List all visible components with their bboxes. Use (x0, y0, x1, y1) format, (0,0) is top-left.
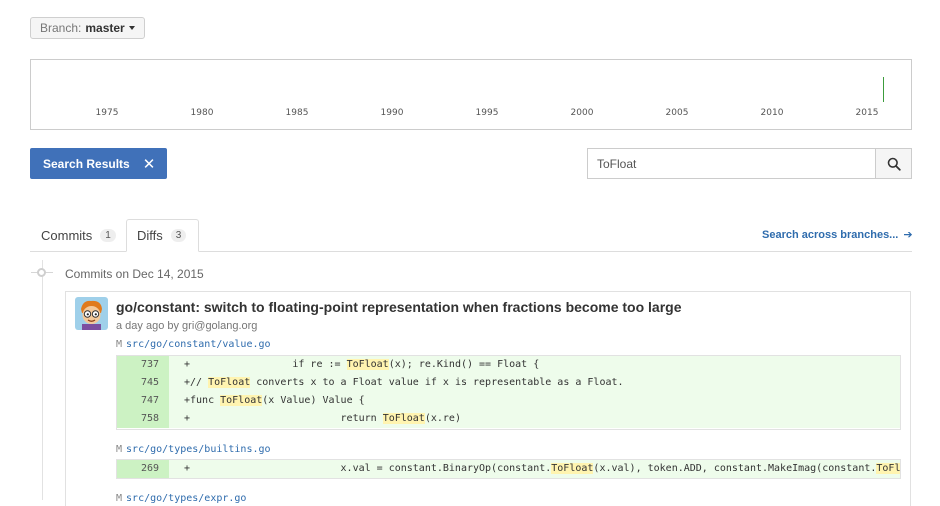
file-path: src/go/constant/value.go (126, 339, 271, 350)
commit-group-date: Commits on Dec 14, 2015 (65, 267, 204, 281)
search-results-label: Search Results (43, 156, 130, 171)
branch-label: Branch: (40, 21, 82, 35)
timeline-commit-marker[interactable] (883, 77, 884, 102)
tab-label: Diffs (137, 228, 163, 243)
line-number[interactable]: 269 (117, 460, 169, 478)
code-line: + if re := ToFloat(x); re.Kind() == Floa… (169, 356, 900, 374)
avatar[interactable] (75, 297, 108, 330)
code-line: +// ToFloat converts x to a Float value … (169, 374, 900, 392)
commit-timeline[interactable]: 1975 1980 1985 1990 1995 2000 2005 2010 … (30, 59, 912, 130)
commit-meta: a day ago by gri@golang.org (116, 320, 258, 332)
author-avatar-image (75, 297, 108, 330)
search-input[interactable] (587, 148, 876, 179)
tab-count-badge: 3 (170, 229, 187, 242)
file-status: M (116, 339, 123, 350)
code-line: +func ToFloat(x Value) Value { (169, 392, 900, 410)
diff-hunk: 737 + if re := ToFloat(x); re.Kind() == … (116, 355, 901, 430)
search-match: ToFloat (220, 395, 263, 406)
search-button[interactable] (875, 148, 912, 179)
diff-file-link[interactable]: Msrc/go/constant/value.go (116, 339, 271, 350)
diff-file-link[interactable]: Msrc/go/types/builtins.go (116, 444, 271, 455)
timeline-year: 2010 (760, 108, 784, 118)
caret-down-icon (128, 26, 135, 30)
timeline-year: 1975 (95, 108, 119, 118)
search-match: ToFloat (551, 463, 594, 474)
search-across-label: Search across branches... (762, 228, 899, 241)
tab-count-badge: 1 (100, 229, 116, 242)
timeline-year: 1995 (475, 108, 499, 118)
file-path: src/go/types/expr.go (126, 493, 247, 504)
commit-title-link[interactable]: go/constant: switch to floating-point re… (116, 299, 681, 315)
diff-hunk: 269 + x.val = constant.BinaryOp(constant… (116, 459, 901, 479)
search-results-badge: Search Results ✕ (30, 148, 167, 179)
timeline-year: 2005 (665, 108, 689, 118)
diff-line: 747 +func ToFloat(x Value) Value { (117, 392, 900, 410)
code-line: + return ToFloat(x.re) (169, 410, 900, 428)
line-number[interactable]: 758 (117, 410, 169, 428)
diff-line: 758 + return ToFloat(x.re) (117, 410, 900, 428)
timeline-year: 1980 (190, 108, 214, 118)
line-number[interactable]: 745 (117, 374, 169, 392)
arrow-right-icon: ➔ (903, 229, 913, 241)
diff-line: 737 + if re := ToFloat(x); re.Kind() == … (117, 356, 900, 374)
tab-commits[interactable]: Commits 1 (30, 219, 126, 252)
timeline-year: 2015 (855, 108, 879, 118)
diff-file-link[interactable]: Msrc/go/types/expr.go (116, 493, 246, 504)
diff-line: 269 + x.val = constant.BinaryOp(constant… (117, 460, 900, 478)
line-number[interactable]: 737 (117, 356, 169, 374)
timeline-year: 2000 (570, 108, 594, 118)
search-form (587, 148, 912, 179)
file-status: M (116, 444, 123, 455)
search-match: ToFloat (876, 463, 900, 474)
search-icon (887, 157, 901, 171)
file-path: src/go/types/builtins.go (126, 444, 271, 455)
branch-name: master (85, 21, 125, 35)
close-icon[interactable]: ✕ (143, 155, 156, 173)
line-number[interactable]: 747 (117, 392, 169, 410)
search-match: ToFloat (346, 359, 389, 370)
search-across-branches-link[interactable]: Search across branches... ➔ (762, 228, 913, 242)
timeline-line (42, 260, 43, 500)
code-line: + x.val = constant.BinaryOp(constant.ToF… (169, 460, 900, 478)
search-match: ToFloat (208, 377, 251, 388)
tab-label: Commits (41, 228, 93, 243)
search-match: ToFloat (382, 413, 425, 424)
branch-selector-button[interactable]: Branch: master (30, 17, 145, 39)
diff-line: 745 +// ToFloat converts x to a Float va… (117, 374, 900, 392)
timeline-year: 1985 (285, 108, 309, 118)
tab-diffs[interactable]: Diffs 3 (126, 219, 199, 252)
timeline-year: 1990 (380, 108, 404, 118)
commit-group-node-icon (37, 268, 46, 277)
file-status: M (116, 493, 123, 504)
